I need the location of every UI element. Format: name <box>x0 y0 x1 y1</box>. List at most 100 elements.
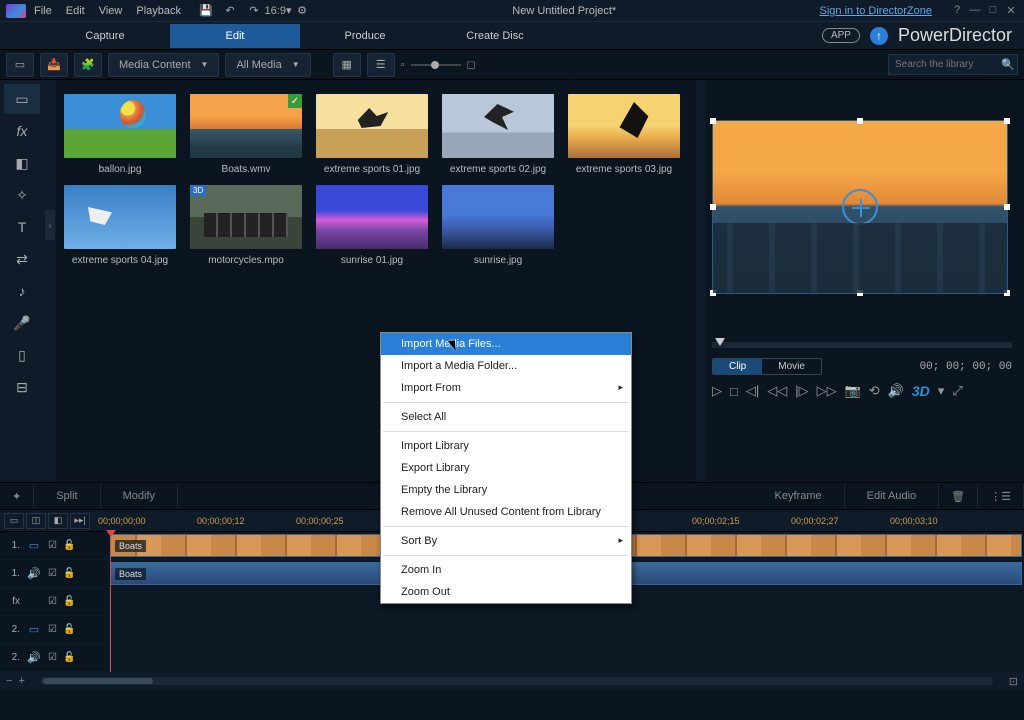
edit-audio-button[interactable]: Edit Audio <box>845 483 940 509</box>
media-thumb[interactable]: extreme sports 02.jpg <box>442 94 554 175</box>
magic-tools-icon[interactable]: ✦ <box>0 483 34 509</box>
tl-view2-icon[interactable]: ◫ <box>26 513 46 529</box>
stop-icon[interactable]: □ <box>730 384 738 399</box>
track-head-video1[interactable]: 1.▭☑🔓 <box>0 532 108 560</box>
undock-icon[interactable]: ⤢ <box>952 383 962 399</box>
track-audio2-lane[interactable] <box>108 644 1024 672</box>
media-thumb[interactable]: sunrise 01.jpg <box>316 185 428 266</box>
subtitle-room-icon[interactable]: ⊟ <box>4 372 40 402</box>
resize-handle[interactable] <box>710 204 716 210</box>
menu-playback[interactable]: Playback <box>136 5 181 17</box>
chapter-room-icon[interactable]: ▯ <box>4 340 40 370</box>
play-icon[interactable]: ▷ <box>712 383 722 399</box>
library-scrollbar[interactable] <box>696 80 706 482</box>
room-toggle-icon[interactable]: ▭ <box>6 53 34 77</box>
media-thumb[interactable]: extreme sports 03.jpg <box>568 94 680 175</box>
grid-view-icon[interactable]: ▦ <box>333 53 361 77</box>
settings-icon[interactable]: ⚙ <box>295 4 309 18</box>
toggle-clip[interactable]: Clip <box>713 359 762 374</box>
maximize-icon[interactable]: □ <box>986 4 1000 17</box>
preview-scrubber[interactable] <box>712 342 1012 348</box>
delete-icon[interactable]: 🗑 <box>939 483 978 509</box>
resize-handle[interactable] <box>1004 204 1010 210</box>
tl-view1-icon[interactable]: ▭ <box>4 513 24 529</box>
pip-room-icon[interactable]: ◧ <box>4 148 40 178</box>
menu-zoom-out[interactable]: Zoom Out <box>381 581 631 603</box>
menu-edit[interactable]: Edit <box>66 5 85 17</box>
resize-handle[interactable] <box>710 118 716 124</box>
save-icon[interactable]: 💾 <box>199 4 213 18</box>
tab-edit[interactable]: Edit <box>170 24 300 48</box>
clip-movie-toggle[interactable]: Clip Movie <box>712 358 822 375</box>
minimize-icon[interactable]: — <box>968 4 982 17</box>
menu-remove-unused[interactable]: Remove All Unused Content from Library <box>381 501 631 523</box>
more-tools-icon[interactable]: ⋮☰ <box>978 483 1024 509</box>
track-head-fx[interactable]: fx☑🔓 <box>0 588 108 616</box>
library-search[interactable]: 🔍 <box>888 54 1018 75</box>
3d-button[interactable]: 3D <box>912 383 930 399</box>
aspect-icon[interactable]: 16:9▾ <box>271 4 285 18</box>
menu-import-media-files[interactable]: Import Media Files... <box>381 333 631 355</box>
signin-link[interactable]: Sign in to DirectorZone <box>820 5 933 17</box>
menu-import-library[interactable]: Import Library <box>381 435 631 457</box>
tab-produce[interactable]: Produce <box>300 24 430 48</box>
thumb-zoom-slider[interactable]: ▫ ◻ <box>401 58 476 71</box>
menu-zoom-in[interactable]: Zoom In <box>381 559 631 581</box>
menu-import-from[interactable]: Import From <box>381 377 631 399</box>
media-thumb[interactable]: extreme sports 01.jpg <box>316 94 428 175</box>
track-head-video2[interactable]: 2.▭☑🔓 <box>0 616 108 644</box>
all-media-dropdown[interactable]: All Media▼ <box>225 53 310 77</box>
volume-icon[interactable]: 🔊 <box>888 383 904 399</box>
menu-select-all[interactable]: Select All <box>381 406 631 428</box>
modify-button[interactable]: Modify <box>101 483 178 509</box>
menu-empty-library[interactable]: Empty the Library <box>381 479 631 501</box>
app-pill[interactable]: APP <box>822 28 860 43</box>
import-icon[interactable]: 📥 <box>40 53 68 77</box>
track-video2-lane[interactable] <box>108 616 1024 644</box>
timeline-scrollbar[interactable] <box>41 677 993 685</box>
media-content-dropdown[interactable]: Media Content▼ <box>108 53 219 77</box>
split-button[interactable]: Split <box>34 483 100 509</box>
tl-snap-icon[interactable]: ▸▸| <box>70 513 90 529</box>
particle-room-icon[interactable]: ✧ <box>4 180 40 210</box>
menu-file[interactable]: File <box>34 5 52 17</box>
media-thumb[interactable]: sunrise.jpg <box>442 185 554 266</box>
zoom-out-timeline-icon[interactable]: − <box>6 675 12 687</box>
media-thumb[interactable]: ✓Boats.wmv <box>190 94 302 175</box>
menu-import-media-folder[interactable]: Import a Media Folder... <box>381 355 631 377</box>
audio-room-icon[interactable]: ♪ <box>4 276 40 306</box>
redo-icon[interactable]: ↷ <box>247 4 261 18</box>
help-icon[interactable]: ? <box>950 4 964 17</box>
title-room-icon[interactable]: T <box>4 212 40 242</box>
next-frame-icon[interactable]: |▷ <box>795 383 808 399</box>
close-icon[interactable]: ✕ <box>1004 4 1018 17</box>
track-head-audio2[interactable]: 2.🔊☑🔓 <box>0 644 108 672</box>
menu-sort-by[interactable]: Sort By <box>381 530 631 552</box>
undo-icon[interactable]: ↶ <box>223 4 237 18</box>
tl-marker-icon[interactable]: ◧ <box>48 513 68 529</box>
keyframe-button[interactable]: Keyframe <box>753 483 845 509</box>
resize-handle[interactable] <box>857 118 863 124</box>
fit-timeline-icon[interactable]: ⊡ <box>1009 675 1018 688</box>
menu-export-library[interactable]: Export Library <box>381 457 631 479</box>
resize-handle[interactable] <box>710 290 716 296</box>
preview-frame[interactable] <box>712 120 1008 294</box>
media-room-icon[interactable]: ▭ <box>4 84 40 114</box>
tab-create-disc[interactable]: Create Disc <box>430 24 560 48</box>
fastfwd-icon[interactable]: ▷▷ <box>817 383 837 399</box>
track-head-audio1[interactable]: 1.🔊☑🔓 <box>0 560 108 588</box>
search-input[interactable] <box>895 59 995 70</box>
rewind-icon[interactable]: ◁◁ <box>767 383 787 399</box>
voice-room-icon[interactable]: 🎤 <box>4 308 40 338</box>
resize-handle[interactable] <box>1004 118 1010 124</box>
resize-handle[interactable] <box>1004 290 1010 296</box>
media-thumb[interactable]: 3Dmotorcycles.mpo <box>190 185 302 266</box>
transition-room-icon[interactable]: ⇄ <box>4 244 40 274</box>
tab-capture[interactable]: Capture <box>40 24 170 48</box>
snapshot-icon[interactable]: 📷 <box>845 383 861 399</box>
loop-icon[interactable]: ⟲ <box>869 383 880 399</box>
zoom-in-timeline-icon[interactable]: + <box>18 675 24 687</box>
prev-frame-icon[interactable]: ◁| <box>746 383 759 399</box>
media-thumb[interactable]: ballon.jpg <box>64 94 176 175</box>
playhead[interactable] <box>110 532 111 672</box>
